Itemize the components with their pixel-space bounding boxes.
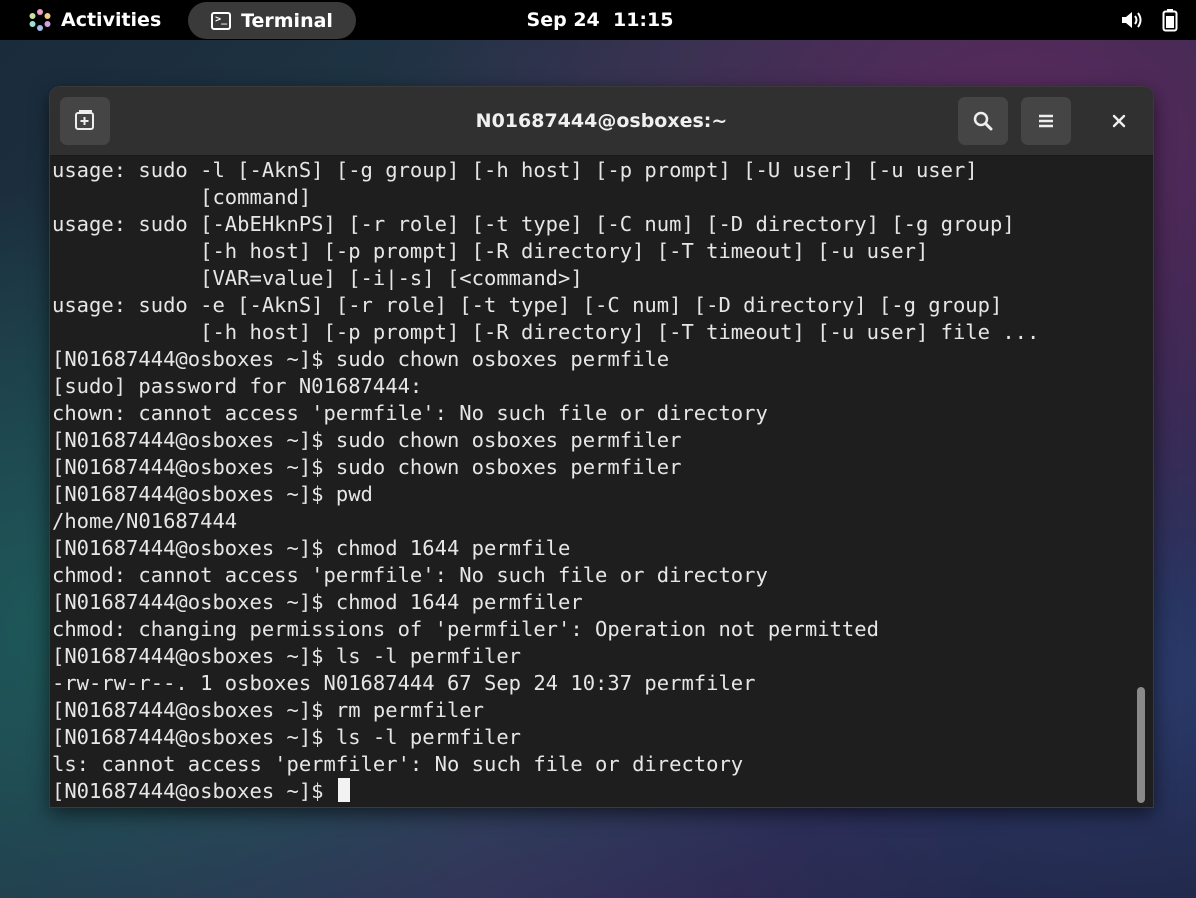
close-icon — [1112, 114, 1126, 128]
terminal-line: [N01687444@osboxes ~]$ chmod 1644 permfi… — [52, 590, 583, 614]
terminal-window: N01687444@osboxes:~ usage: sudo -l [-Akn… — [50, 87, 1153, 807]
terminal-line: [N01687444@osboxes ~]$ chmod 1644 permfi… — [52, 536, 571, 560]
terminal-line: [N01687444@osboxes ~]$ sudo chown osboxe… — [52, 428, 682, 452]
top-bar: Activities >_ Terminal Sep 24 11:15 — [0, 0, 1196, 40]
terminal-line: chmod: changing permissions of 'permfile… — [52, 617, 879, 641]
search-icon — [973, 111, 993, 131]
new-tab-icon — [75, 110, 94, 130]
terminal-line: usage: sudo -l [-AknS] [-g group] [-h ho… — [52, 158, 978, 182]
terminal-line: [N01687444@osboxes ~]$ pwd — [52, 482, 373, 506]
activities-label: Activities — [61, 9, 162, 31]
system-tray[interactable] — [1120, 0, 1178, 40]
terminal-line: [N01687444@osboxes ~]$ sudo chown osboxe… — [52, 455, 682, 479]
terminal-line: [N01687444@osboxes ~]$ ls -l permfiler — [52, 725, 521, 749]
terminal-line: -rw-rw-r--. 1 osboxes N01687444 67 Sep 2… — [52, 671, 756, 695]
header-bar[interactable]: N01687444@osboxes:~ — [50, 87, 1153, 156]
terminal-app-label: Terminal — [241, 9, 333, 32]
terminal-line: [N01687444@osboxes ~]$ rm permfiler — [52, 698, 484, 722]
terminal-line: chown: cannot access 'permfile': No such… — [52, 401, 768, 425]
activities-button[interactable]: Activities — [28, 0, 161, 40]
terminal-line: usage: sudo -e [-AknS] [-r role] [-t typ… — [52, 293, 1003, 317]
terminal-line: [VAR=value] [-i|-s] [<command>] — [52, 266, 583, 290]
terminal-line: [sudo] password for N01687444: — [52, 374, 423, 398]
menu-button[interactable] — [1021, 97, 1071, 145]
terminal-line: usage: sudo [-AbEHknPS] [-r role] [-t ty… — [52, 212, 1015, 236]
window-title: N01687444@osboxes:~ — [475, 110, 728, 132]
terminal-app-icon: >_ — [211, 11, 232, 30]
terminal-output[interactable]: usage: sudo -l [-AknS] [-g group] [-h ho… — [52, 157, 1132, 805]
terminal-line: [-h host] [-p prompt] [-R directory] [-T… — [52, 320, 1040, 344]
terminal-line: [command] — [52, 185, 312, 209]
scrollbar[interactable] — [1137, 687, 1145, 803]
volume-icon[interactable] — [1120, 9, 1144, 31]
clock[interactable]: Sep 24 11:15 — [480, 0, 720, 40]
gnome-activities-icon — [29, 9, 51, 31]
terminal-line: [-h host] [-p prompt] [-R directory] [-T… — [52, 239, 929, 263]
battery-icon[interactable] — [1162, 8, 1178, 32]
terminal-line: ls: cannot access 'permfiler': No such f… — [52, 752, 744, 776]
shell-prompt: [N01687444@osboxes ~]$ — [52, 779, 336, 803]
close-button[interactable] — [1097, 101, 1141, 141]
text-cursor — [337, 778, 350, 802]
prompt-line[interactable]: [N01687444@osboxes ~]$ — [52, 778, 1132, 805]
terminal-app-button[interactable]: >_ Terminal — [188, 2, 356, 39]
terminal-line: [N01687444@osboxes ~]$ ls -l permfiler — [52, 644, 521, 668]
terminal-line: chmod: cannot access 'permfile': No such… — [52, 563, 768, 587]
new-tab-button[interactable] — [60, 97, 110, 145]
hamburger-menu-icon — [1039, 114, 1053, 128]
terminal-line: [N01687444@osboxes ~]$ sudo chown osboxe… — [52, 347, 670, 371]
search-button[interactable] — [958, 97, 1008, 145]
terminal-line: /home/N01687444 — [52, 509, 238, 533]
